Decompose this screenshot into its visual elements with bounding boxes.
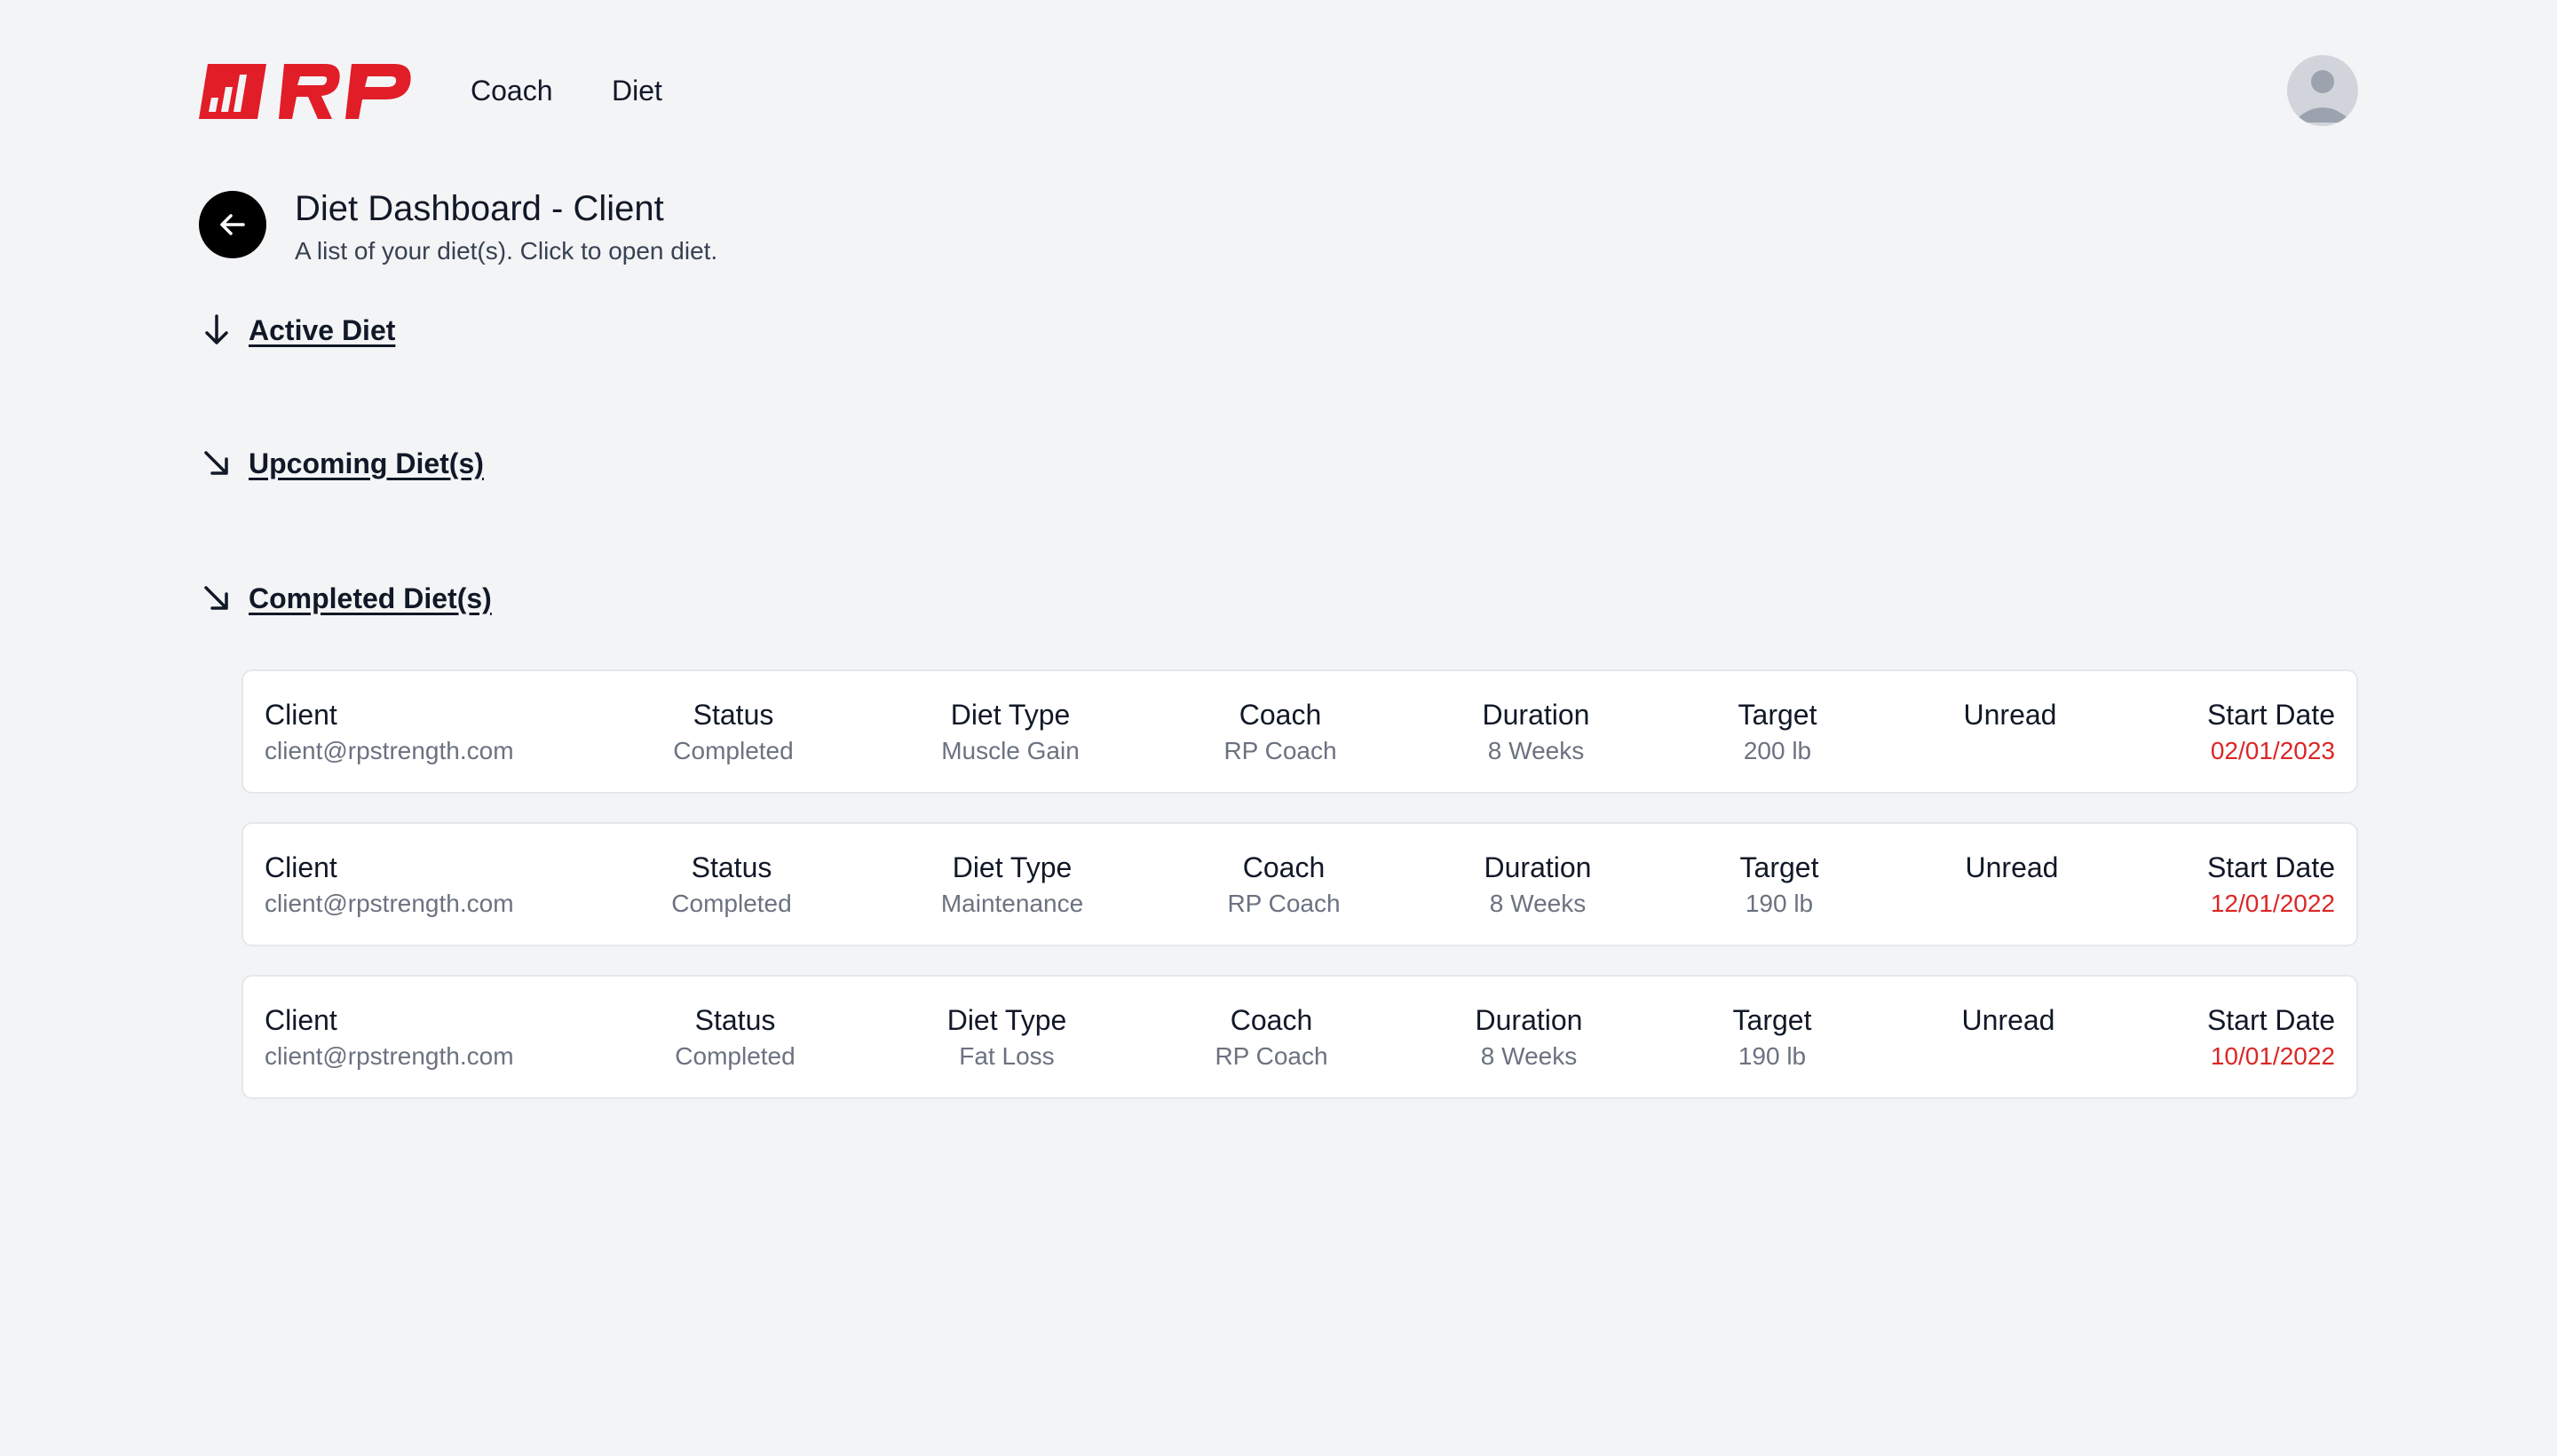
diet-duration: 8 Weeks [1480,1042,1578,1070]
diet-status: Completed [673,737,794,764]
section-completed-diets[interactable]: Completed Diet(s) [199,581,492,616]
col-client-header: Client [265,1004,337,1036]
col-status: Status Completed [671,849,791,922]
arrow-down-right-icon [204,451,228,475]
diet-coach: RP Coach [1215,1042,1328,1070]
page-title: Diet Dashboard - Client [295,189,664,228]
col-start-date: Start Date 02/01/2023 [2207,696,2335,769]
diet-type: Maintenance [940,890,1084,917]
rp-logo-icon [199,64,411,119]
col-status-header: Status [694,1004,776,1036]
col-unread: Unread [1962,1001,2055,1039]
col-start-date-header: Start Date [2206,699,2335,731]
rp-logo[interactable] [199,62,416,121]
col-start-date: Start Date 12/01/2022 [2207,849,2335,922]
page-subtitle: A list of your diet(s). Click to open di… [295,237,718,265]
col-duration-header: Duration [1475,1004,1583,1036]
diet-status: Completed [671,890,792,917]
client-email: client@rpstrength.com [265,1042,514,1070]
col-status: Status Completed [675,1001,795,1074]
col-unread: Unread [1966,849,2059,886]
col-duration: Duration 8 Weeks [1476,1001,1583,1074]
diet-coach: RP Coach [1223,737,1337,764]
col-status-header: Status [693,699,774,731]
diet-type: Fat Loss [959,1042,1055,1070]
col-diet-type: Diet Type Maintenance [941,849,1083,922]
col-target: Target 190 lb [1733,1001,1812,1074]
col-diet-type-header: Diet Type [952,851,1073,883]
col-unread: Unread [1964,696,2057,733]
user-avatar-icon [2292,70,2353,123]
nav-coach-link[interactable]: Coach [471,73,553,108]
user-avatar[interactable] [2287,55,2358,126]
diet-target: 200 lb [1743,737,1812,764]
arrow-down-right-icon [204,586,228,610]
diet-coach: RP Coach [1227,890,1341,917]
section-active-label: Active Diet [249,313,396,346]
diet-start-date: 12/01/2022 [2210,890,2335,917]
col-duration-header: Duration [1482,699,1590,731]
col-diet-type: Diet Type Muscle Gain [941,696,1080,769]
col-client: Client client@rpstrength.com [265,849,514,922]
arrow-left-icon [220,214,245,235]
col-client-header: Client [265,699,337,731]
col-unread-header: Unread [1965,851,2059,883]
diet-duration: 8 Weeks [1487,737,1585,764]
section-upcoming-diets[interactable]: Upcoming Diet(s) [199,446,484,481]
section-completed-label: Completed Diet(s) [249,582,492,614]
arrow-down-icon [205,314,228,344]
diet-card[interactable]: Client client@rpstrength.com Status Comp… [241,822,2358,946]
col-duration-header: Duration [1484,851,1592,883]
client-email: client@rpstrength.com [265,890,514,917]
diet-type: Muscle Gain [941,737,1080,764]
diet-card[interactable]: Client client@rpstrength.com Status Comp… [241,975,2358,1099]
col-client: Client client@rpstrength.com [265,696,514,769]
col-coach: Coach RP Coach [1223,696,1336,769]
diet-start-date: 10/01/2022 [2210,1042,2335,1070]
col-target-header: Target [1732,1004,1812,1036]
section-active-diet[interactable]: Active Diet [199,313,395,348]
col-target-header: Target [1739,851,1819,883]
col-status: Status Completed [673,696,793,769]
diet-status: Completed [675,1042,796,1070]
diet-target: 190 lb [1738,1042,1807,1070]
col-coach: Coach RP Coach [1227,849,1340,922]
back-button[interactable] [199,191,266,258]
col-unread-header: Unread [1961,1004,2055,1036]
col-unread-header: Unread [1963,699,2057,731]
col-duration: Duration 8 Weeks [1484,849,1592,922]
col-coach-header: Coach [1230,1004,1313,1036]
diet-target: 190 lb [1745,890,1814,917]
col-client: Client client@rpstrength.com [265,1001,514,1074]
col-diet-type: Diet Type Fat Loss [947,1001,1067,1074]
nav-diet-link[interactable]: Diet [612,73,662,108]
col-client-header: Client [265,851,337,883]
col-target: Target 200 lb [1738,696,1817,769]
client-email: client@rpstrength.com [265,737,514,764]
col-target: Target 190 lb [1740,849,1819,922]
col-diet-type-header: Diet Type [946,1004,1067,1036]
col-diet-type-header: Diet Type [950,699,1071,731]
col-coach-header: Coach [1239,699,1322,731]
col-duration: Duration 8 Weeks [1483,696,1590,769]
col-status-header: Status [691,851,772,883]
col-start-date: Start Date 10/01/2022 [2207,1001,2335,1074]
section-upcoming-label: Upcoming Diet(s) [249,447,484,479]
diet-card[interactable]: Client client@rpstrength.com Status Comp… [241,669,2358,794]
col-coach-header: Coach [1242,851,1326,883]
col-start-date-header: Start Date [2206,1004,2335,1036]
app-page: Coach Diet Diet Dashboard - Client A lis… [0,0,2557,1456]
col-coach: Coach RP Coach [1215,1001,1327,1074]
col-target-header: Target [1738,699,1817,731]
diet-start-date: 02/01/2023 [2210,737,2335,764]
col-start-date-header: Start Date [2206,851,2335,883]
diet-duration: 8 Weeks [1489,890,1587,917]
